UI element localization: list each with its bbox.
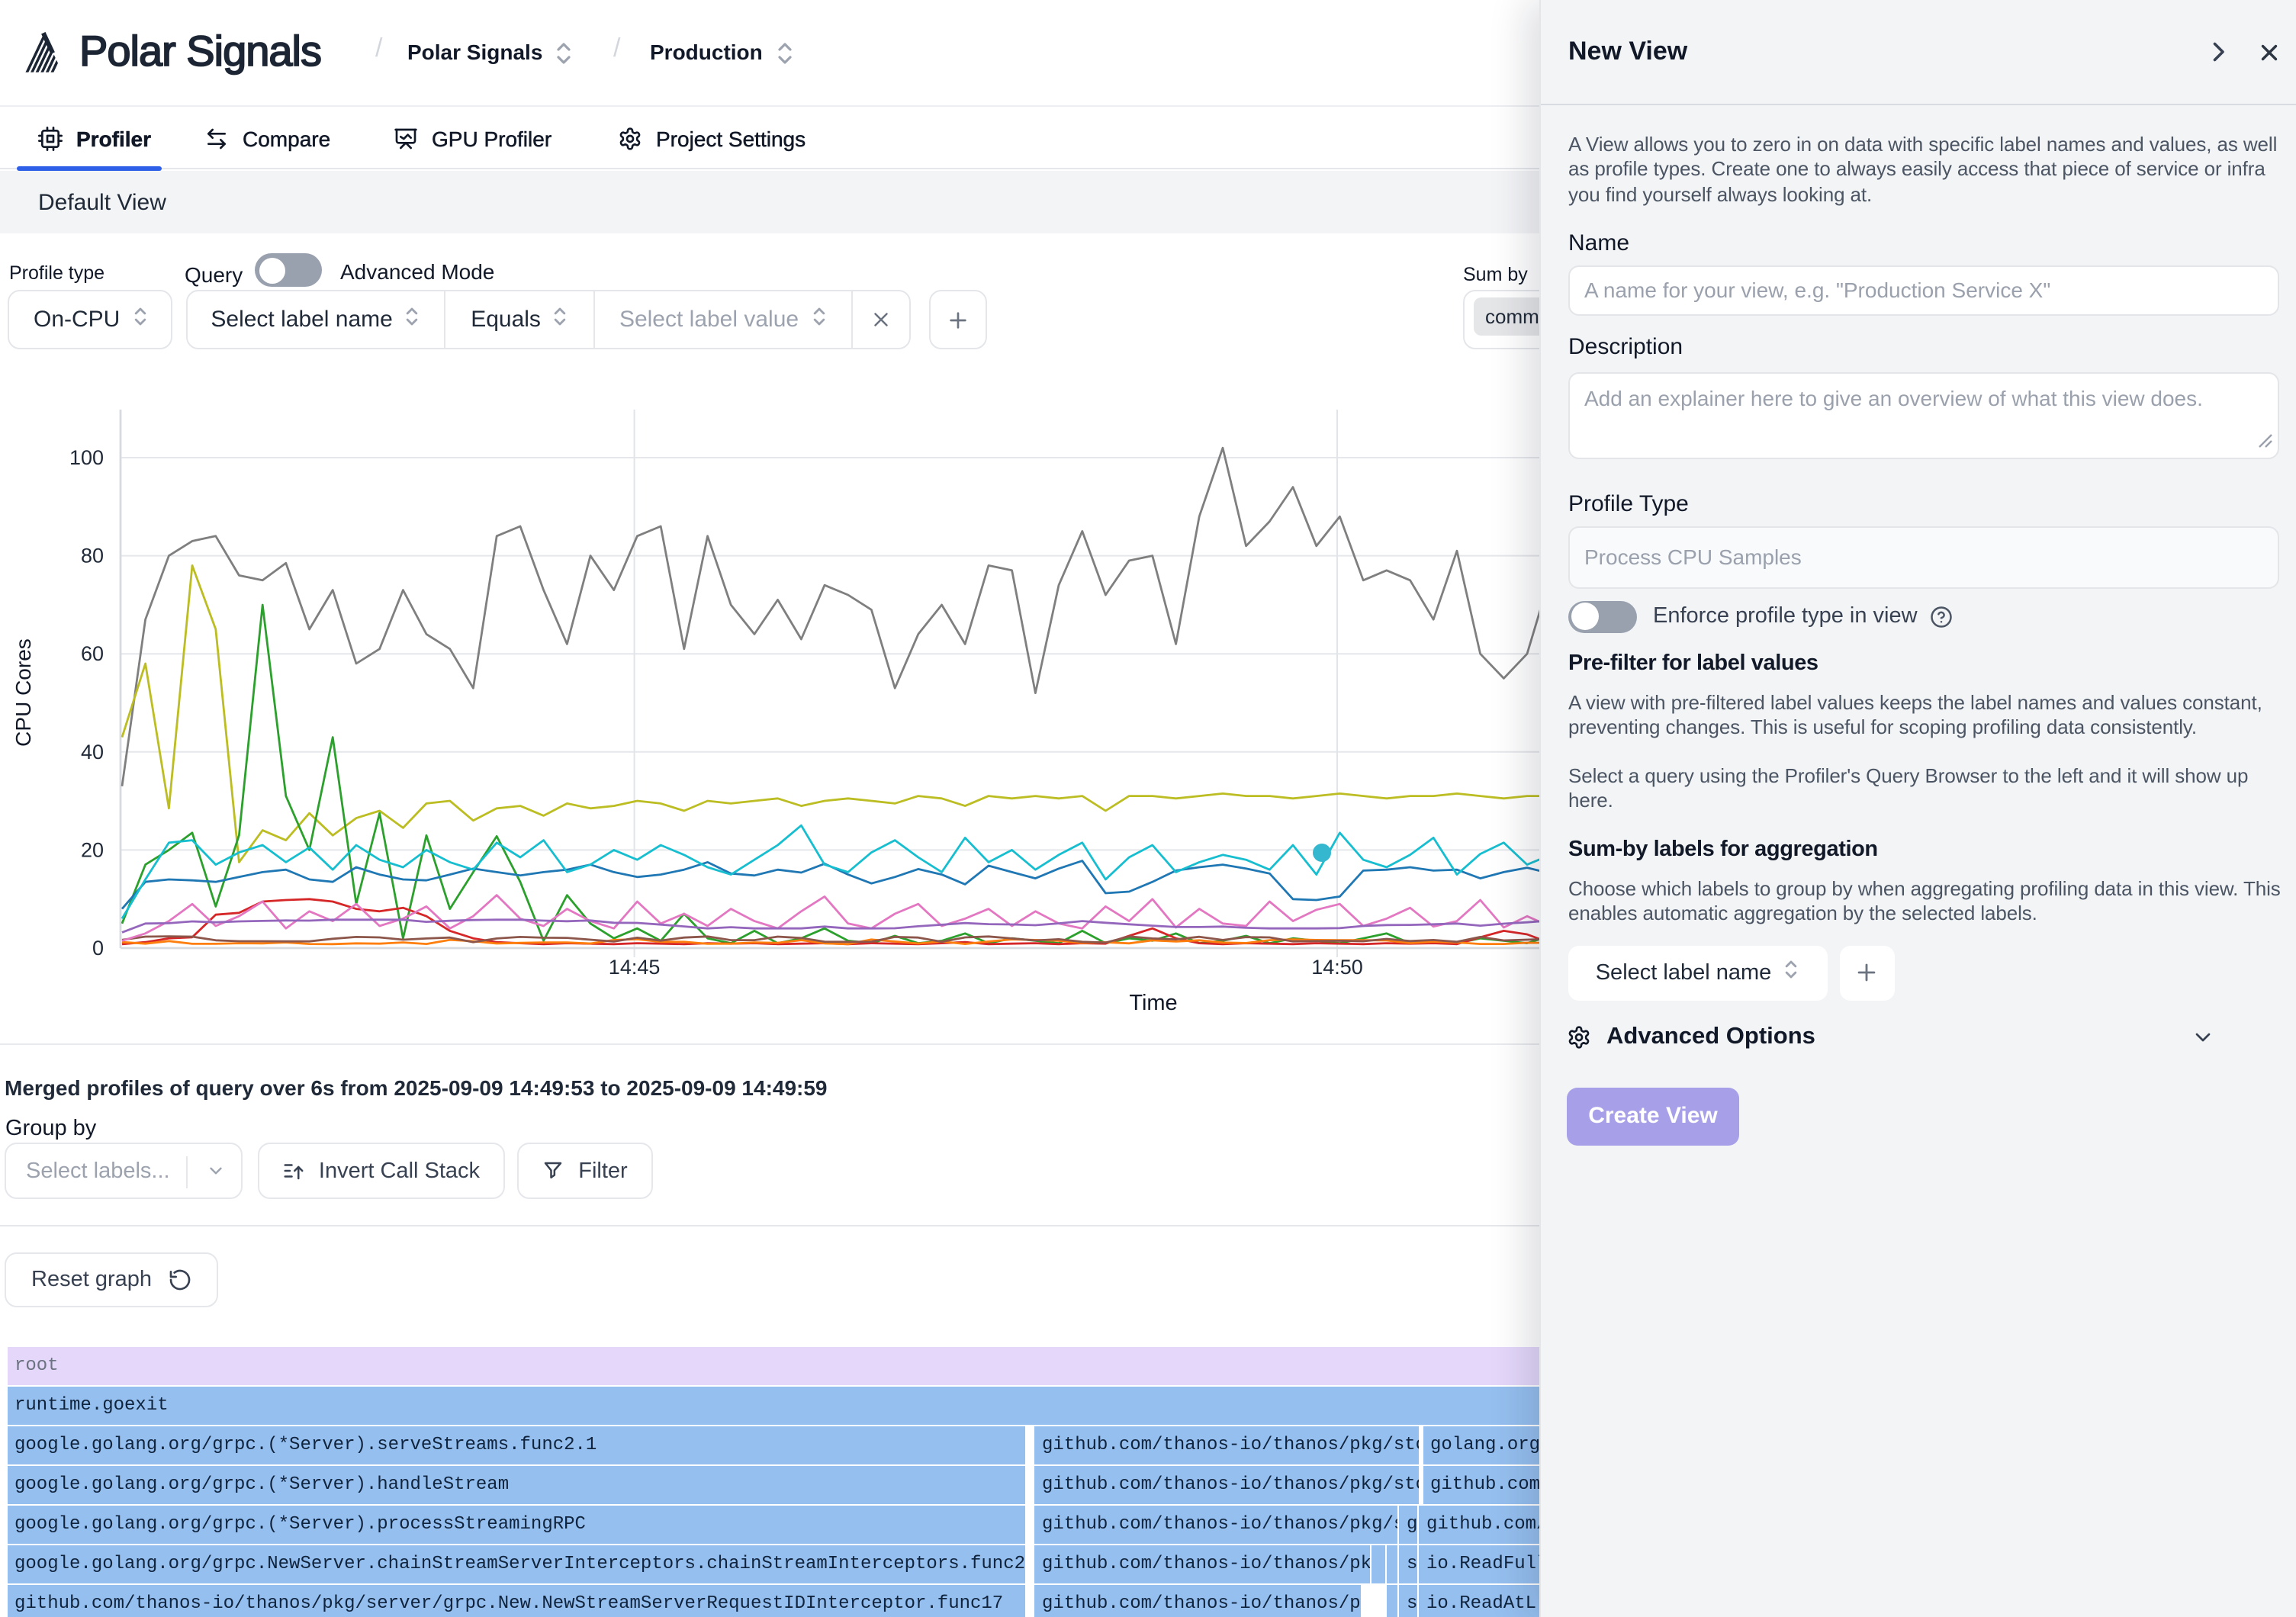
svg-text:20: 20: [81, 838, 104, 861]
svg-text:40: 40: [81, 741, 104, 763]
svg-text:Time: Time: [1129, 991, 1177, 1015]
svg-text:60: 60: [81, 642, 104, 665]
svg-text:0: 0: [92, 937, 104, 960]
svg-text:14:45: 14:45: [609, 956, 661, 979]
svg-text:14:50: 14:50: [1311, 956, 1363, 979]
svg-text:100: 100: [69, 446, 104, 469]
svg-text:80: 80: [81, 545, 104, 567]
